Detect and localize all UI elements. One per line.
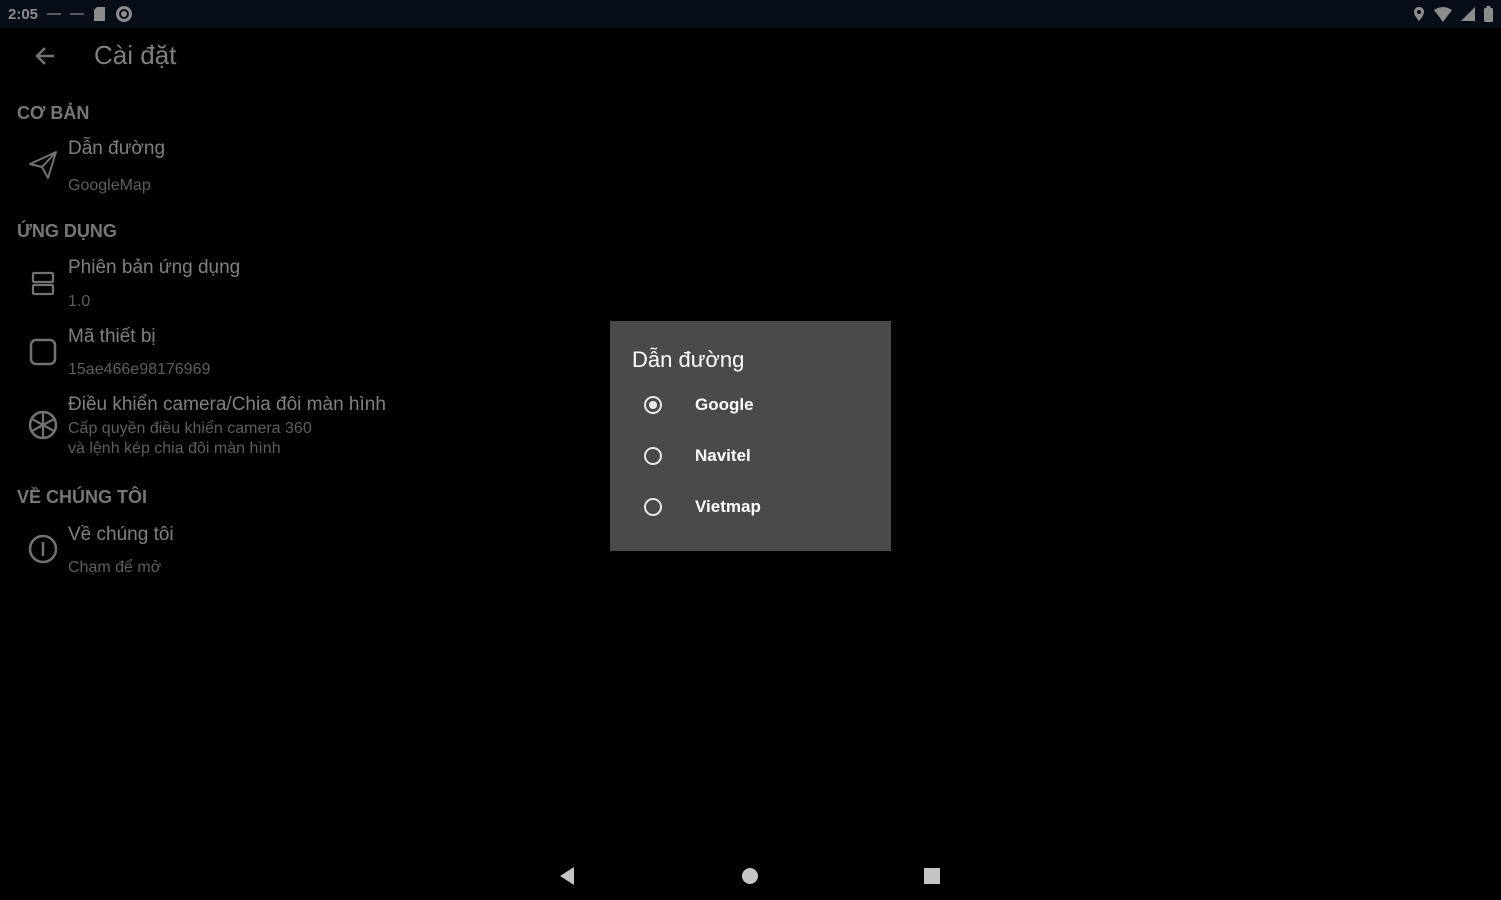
navigation-bar (0, 852, 1501, 900)
nav-home-icon[interactable] (738, 864, 762, 888)
radio-button-selected[interactable] (644, 396, 662, 414)
nav-back-icon[interactable] (556, 864, 580, 888)
option-label: Navitel (695, 446, 751, 465)
option-google[interactable]: Google (610, 383, 891, 431)
radio-dot (649, 401, 657, 409)
option-label: Google (695, 395, 754, 414)
option-navitel[interactable]: Navitel (610, 434, 891, 482)
dialog-title: Dẫn đường (632, 347, 745, 372)
radio-button[interactable] (644, 447, 662, 465)
navigation-dialog: Dẫn đường Google Navitel Vietmap (610, 321, 891, 551)
option-label: Vietmap (695, 497, 761, 516)
option-vietmap[interactable]: Vietmap (610, 485, 891, 533)
radio-button[interactable] (644, 498, 662, 516)
nav-recents-icon[interactable] (920, 864, 944, 888)
